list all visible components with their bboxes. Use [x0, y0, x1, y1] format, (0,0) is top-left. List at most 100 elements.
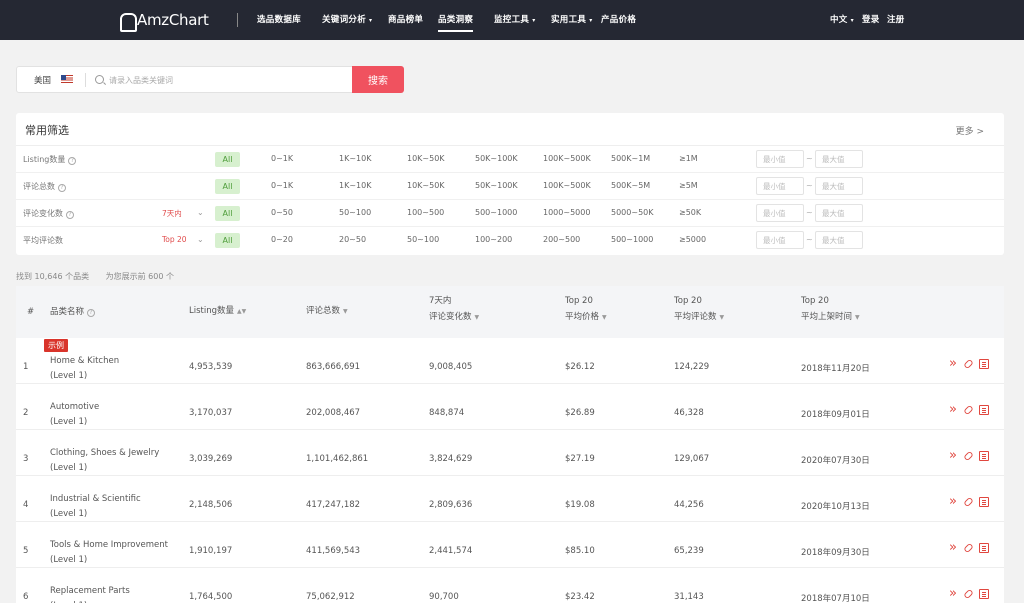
- report-icon[interactable]: [979, 405, 989, 415]
- col-header-review-total[interactable]: 评论总数 ▼: [306, 303, 348, 320]
- filter-option[interactable]: 0~50: [271, 208, 293, 217]
- login-link[interactable]: 登录: [862, 13, 880, 25]
- link-icon[interactable]: [963, 496, 974, 508]
- filter-option[interactable]: 0~1K: [271, 181, 293, 190]
- category-name[interactable]: Replacement Parts(Level 1): [50, 584, 130, 603]
- report-icon[interactable]: [979, 497, 989, 507]
- sort-icon[interactable]: ▼: [720, 314, 725, 321]
- filter-min-input[interactable]: [756, 150, 804, 168]
- filter-period-selector[interactable]: 7天内: [162, 208, 182, 219]
- filter-max-input[interactable]: [815, 204, 863, 222]
- link-icon[interactable]: [963, 358, 974, 370]
- filter-option[interactable]: 100~500: [407, 208, 444, 217]
- category-name[interactable]: Tools & Home Improvement (Level 1): [50, 538, 168, 568]
- category-name-text[interactable]: Automotive: [50, 400, 99, 415]
- filter-option[interactable]: 0~1K: [271, 154, 293, 163]
- col-header-avg-launch-date[interactable]: Top 20 平均上架时间 ▼: [801, 293, 860, 326]
- filter-option[interactable]: ≥50K: [679, 208, 701, 217]
- expand-arrow-icon[interactable]: [948, 543, 958, 553]
- report-icon[interactable]: [979, 543, 989, 553]
- filter-option[interactable]: 0~20: [271, 235, 293, 244]
- category-name-text[interactable]: Tools & Home Improvement: [50, 538, 168, 553]
- category-name[interactable]: Home & Kitchen (Level 1): [50, 354, 119, 384]
- sort-icon[interactable]: ▼: [475, 314, 480, 321]
- col-header-category-name[interactable]: 品类名称?: [50, 304, 96, 320]
- category-name[interactable]: Clothing, Shoes & Jewelry (Level 1): [50, 446, 159, 476]
- filter-option-all[interactable]: All: [215, 152, 240, 167]
- table-row[interactable]: 3 Clothing, Shoes & Jewelry (Level 1) 3,039…: [16, 430, 1004, 476]
- nav-item-keyword-analysis[interactable]: 关键词分析 ▾: [322, 13, 372, 25]
- filter-option[interactable]: 20~50: [339, 235, 366, 244]
- filter-min-input[interactable]: [756, 231, 804, 249]
- report-icon[interactable]: [979, 589, 989, 599]
- filter-option[interactable]: 500K~1M: [611, 154, 650, 163]
- nav-item-utility-tools[interactable]: 实用工具 ▾: [551, 13, 593, 25]
- nav-item-category-insight[interactable]: 品类洞察: [438, 13, 474, 32]
- sort-icon[interactable]: ▲▼: [237, 308, 246, 315]
- filter-option[interactable]: ≥5M: [679, 181, 698, 190]
- filter-min-input[interactable]: [756, 177, 804, 195]
- expand-arrow-icon[interactable]: [948, 405, 958, 415]
- filter-option[interactable]: 5000~50K: [611, 208, 654, 217]
- category-name-text[interactable]: Clothing, Shoes & Jewelry: [50, 446, 159, 461]
- filter-option-all[interactable]: All: [215, 233, 240, 248]
- filter-option[interactable]: 50~100: [339, 208, 371, 217]
- expand-arrow-icon[interactable]: [948, 359, 958, 369]
- col-header-avg-reviews[interactable]: Top 20 平均评论数 ▼: [674, 293, 724, 326]
- filter-option[interactable]: 100K~500K: [543, 181, 591, 190]
- filter-option[interactable]: 50K~100K: [475, 181, 518, 190]
- filter-option[interactable]: 500~1000: [611, 235, 653, 244]
- table-row[interactable]: 4 Industrial & Scientific (Level 1) 2,148,5…: [16, 476, 1004, 522]
- table-row[interactable]: 6 Replacement Parts(Level 1) 1,764,500 75,0…: [16, 568, 1004, 603]
- filter-option-all[interactable]: All: [215, 179, 240, 194]
- link-icon[interactable]: [963, 542, 974, 554]
- filter-option[interactable]: 100K~500K: [543, 154, 591, 163]
- link-icon[interactable]: [963, 404, 974, 416]
- register-link[interactable]: 注册: [887, 13, 905, 25]
- category-name[interactable]: Industrial & Scientific (Level 1): [50, 492, 141, 522]
- filter-option[interactable]: 1K~10K: [339, 181, 371, 190]
- nav-item-product-database[interactable]: 选品数据库: [257, 13, 301, 25]
- language-selector[interactable]: 中文 ▾: [830, 13, 854, 25]
- expand-arrow-icon[interactable]: [948, 589, 958, 599]
- filter-max-input[interactable]: [815, 150, 863, 168]
- filter-option[interactable]: ≥1M: [679, 154, 698, 163]
- filter-option[interactable]: 500K~5M: [611, 181, 650, 190]
- brand-logo[interactable]: AmzChart: [120, 11, 209, 32]
- col-header-avg-price[interactable]: Top 20 平均价格 ▼: [565, 293, 607, 326]
- filter-option[interactable]: 100~200: [475, 235, 512, 244]
- filter-option[interactable]: 10K~50K: [407, 181, 445, 190]
- link-icon[interactable]: [963, 450, 974, 462]
- nav-item-product-price[interactable]: 产品价格: [601, 13, 636, 25]
- filter-option[interactable]: 1000~5000: [543, 208, 590, 217]
- filter-max-input[interactable]: [815, 177, 863, 195]
- report-icon[interactable]: [979, 451, 989, 461]
- filter-option[interactable]: 1K~10K: [339, 154, 371, 163]
- category-name[interactable]: Automotive (Level 1): [50, 400, 99, 430]
- filter-option[interactable]: 50K~100K: [475, 154, 518, 163]
- col-header-review-change[interactable]: 7天内 评论变化数 ▼: [429, 293, 479, 326]
- table-row[interactable]: 5 Tools & Home Improvement (Level 1) 1,910,…: [16, 522, 1004, 568]
- filter-option[interactable]: 200~500: [543, 235, 580, 244]
- sort-icon[interactable]: ▼: [602, 314, 607, 321]
- table-row[interactable]: 2 Automotive (Level 1) 3,170,037 202,008,467…: [16, 384, 1004, 430]
- category-name-text[interactable]: Home & Kitchen: [50, 354, 119, 369]
- sort-icon[interactable]: ▼: [343, 308, 348, 315]
- more-filters-link[interactable]: 更多 >: [956, 124, 984, 137]
- expand-arrow-icon[interactable]: [948, 451, 958, 461]
- category-keyword-input[interactable]: [109, 72, 349, 88]
- search-button[interactable]: 搜索: [352, 66, 404, 93]
- filter-period-selector[interactable]: Top 20: [162, 235, 187, 244]
- category-name-text[interactable]: Replacement Parts: [50, 584, 130, 599]
- filter-min-input[interactable]: [756, 204, 804, 222]
- filter-max-input[interactable]: [815, 231, 863, 249]
- filter-option[interactable]: 50~100: [407, 235, 439, 244]
- filter-option[interactable]: ≥5000: [679, 235, 706, 244]
- filter-option-all[interactable]: All: [215, 206, 240, 221]
- nav-item-monitor-tools[interactable]: 监控工具 ▾: [494, 13, 536, 25]
- filter-option[interactable]: 10K~50K: [407, 154, 445, 163]
- category-name-text[interactable]: Industrial & Scientific: [50, 492, 141, 507]
- country-selector[interactable]: 美国: [34, 74, 51, 86]
- filter-option[interactable]: 500~1000: [475, 208, 517, 217]
- table-row[interactable]: 示例 1 Home & Kitchen (Level 1) 4,953,539 863,6…: [16, 338, 1004, 384]
